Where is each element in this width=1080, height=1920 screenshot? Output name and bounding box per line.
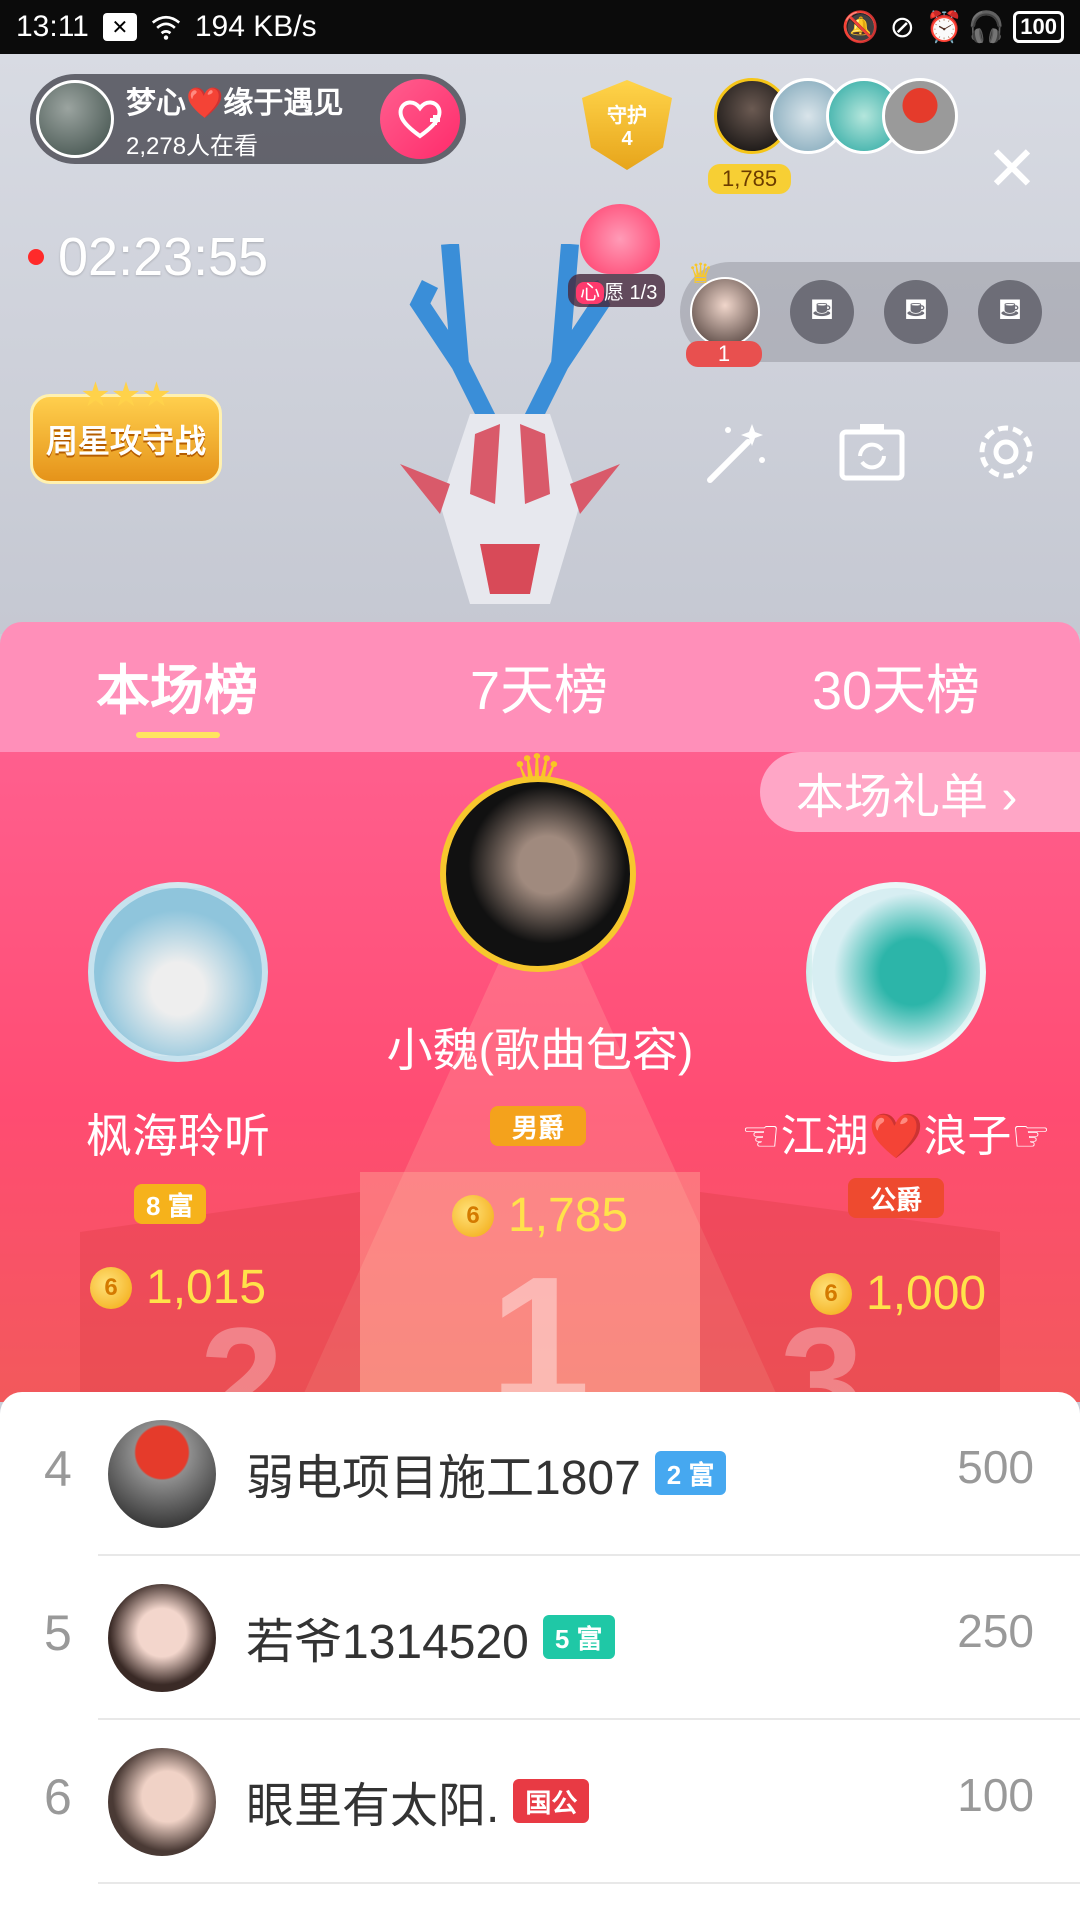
podium-coins-value-3: 1,000 — [866, 1267, 987, 1320]
svg-text:1: 1 — [490, 1240, 590, 1402]
host-info-pill[interactable]: 梦心❤️缘于遇见 2,278人在看 — [30, 74, 466, 164]
podium-avatar-3[interactable] — [806, 882, 986, 1062]
wish-widget[interactable]: 心愿 1/3 — [568, 204, 670, 314]
gift-list-button[interactable]: 本场礼单 › — [760, 752, 1080, 832]
rank-number: 4 — [44, 1441, 72, 1497]
guard-count: 4 — [621, 128, 633, 150]
audience-avatar[interactable] — [882, 78, 958, 154]
network-speed: 194 KB/s — [194, 10, 317, 43]
live-timer: 02:23:55 — [28, 226, 268, 288]
score: 500 — [957, 1441, 1034, 1493]
podium-name-1: 小魏(歌曲包容) — [386, 1024, 694, 1076]
tab-this-session[interactable]: 本场榜 — [96, 646, 258, 725]
tab-7-days[interactable]: 7天榜 — [470, 646, 608, 725]
divider — [98, 1882, 1080, 1884]
alarm-icon: ⏰ — [925, 10, 963, 44]
mic-seats-bar: ♛ 1 ⛾ ⛾ ⛾ — [680, 258, 1080, 367]
live-video-area[interactable]: 梦心❤️缘于遇见 2,278人在看 守护 4 1,785 ✕ 02:23:55 … — [0, 54, 1080, 634]
settings-gear-icon[interactable] — [970, 416, 1042, 488]
user-name: 眼里有太阳. — [246, 1780, 500, 1833]
follow-button[interactable] — [380, 79, 460, 159]
wealth-badge: 5 富 — [542, 1615, 615, 1659]
score: 100 — [957, 1769, 1034, 1821]
crown-icon: ♛ — [688, 258, 714, 289]
podium-coins-3: 6 1,000 — [810, 1266, 986, 1321]
status-time: 13:11 — [16, 10, 89, 43]
user-name: 弱电项目施工1807 — [246, 1452, 641, 1505]
tab-30-days[interactable]: 30天榜 — [812, 646, 980, 725]
wish-label: 心愿 1/3 — [568, 274, 666, 307]
wish-label-char: 心 — [576, 282, 604, 304]
guard-badge[interactable]: 守护 4 — [582, 80, 672, 190]
sofa-seat-icon[interactable]: ⛾ — [884, 280, 948, 344]
heart-plus-icon — [398, 100, 442, 139]
user-name: 若爷1314520 — [246, 1616, 529, 1669]
mute-bell-icon: 🔕 — [841, 10, 879, 44]
score: 250 — [957, 1605, 1034, 1657]
podium-badge-3: 公爵 — [848, 1178, 944, 1218]
sofa-seat-icon[interactable]: ⛾ — [790, 280, 854, 344]
notification-x-icon: ✕ — [102, 13, 137, 41]
list-item[interactable]: 6 眼里有太阳. 国公 100 — [0, 1720, 1080, 1884]
wish-progress: 愿 1/3 — [604, 282, 658, 304]
headphones-icon: 🎧 — [967, 10, 1005, 44]
podium-avatar-2[interactable] — [88, 882, 268, 1062]
active-tab-indicator — [136, 732, 220, 738]
podium-name-3: ☜江湖❤️浪子☞ — [741, 1112, 1051, 1161]
star-battle-label: 周星攻守战 — [45, 423, 206, 459]
stars-icon: ★★★ — [80, 376, 172, 414]
top-audience-contribution: 1,785 — [708, 164, 792, 194]
podium-coins-value-1: 1,785 — [508, 1189, 629, 1242]
timer-text: 02:23:55 — [58, 227, 269, 287]
rank-number: 5 — [44, 1605, 72, 1661]
wifi-icon — [151, 12, 181, 42]
podium-section: 1 2 3 本场礼单 › 枫海聆听 8 富 6 1,015 ♛ 小魏(歌曲包容)… — [0, 752, 1080, 1402]
viewer-count: 2,278人在看 — [126, 132, 259, 160]
wish-heart-icon — [580, 204, 660, 274]
rank-number: 6 — [44, 1769, 72, 1825]
seat-count: 1 — [686, 341, 762, 367]
status-bar: 13:11 ✕ 194 KB/s 🔕 ⊘ ⏰ 🎧 100 — [0, 0, 1080, 54]
battery-icon: 100 — [1013, 11, 1064, 43]
podium-badge-2: 8 富 — [134, 1184, 206, 1224]
list-item[interactable]: 5 若爷1314520 5 富 250 — [0, 1556, 1080, 1720]
podium-name-2: 枫海聆听 — [86, 1110, 270, 1162]
avatar[interactable] — [108, 1420, 216, 1528]
recording-dot-icon — [28, 249, 44, 265]
camera-switch-icon[interactable] — [836, 416, 908, 488]
noble-badge: 国公 — [513, 1779, 590, 1823]
lock-rotation-icon: ⊘ — [889, 10, 915, 44]
wealth-badge: 2 富 — [654, 1451, 727, 1495]
audience-avatars[interactable]: 1,785 — [708, 78, 958, 194]
seat-occupied[interactable]: ♛ 1 — [686, 258, 762, 367]
podium-coins-2: 6 1,015 — [90, 1260, 266, 1315]
list-item[interactable]: 4 弱电项目施工1807 2 富 500 — [0, 1392, 1080, 1556]
host-name: 梦心❤️缘于遇见 — [126, 86, 344, 120]
ranking-tabs: 本场榜 7天榜 30天榜 — [0, 622, 1080, 752]
guard-shield-icon: 守护 4 — [582, 80, 672, 170]
podium-badge-1: 男爵 — [490, 1106, 586, 1146]
ranking-list: 4 弱电项目施工1807 2 富 500 5 若爷1314520 5 富 250… — [0, 1392, 1080, 1920]
podium-avatar-1[interactable] — [440, 776, 636, 972]
coin-icon: 6 — [90, 1266, 132, 1309]
host-avatar[interactable] — [36, 80, 114, 158]
avatar[interactable] — [108, 1584, 216, 1692]
close-icon[interactable]: ✕ — [982, 139, 1042, 201]
coin-icon: 6 — [452, 1194, 494, 1237]
sofa-seat-icon[interactable]: ⛾ — [978, 280, 1042, 344]
magic-wand-icon[interactable] — [700, 416, 772, 488]
star-battle-button[interactable]: ★★★ 周星攻守战 — [30, 376, 222, 484]
coin-icon: 6 — [810, 1272, 852, 1315]
ranking-panel: 本场榜 7天榜 30天榜 1 2 3 本场礼单 › 枫海聆听 8 富 6 1,0… — [0, 622, 1080, 1920]
guard-label: 守护 — [607, 105, 647, 127]
podium-coins-value-2: 1,015 — [146, 1261, 267, 1314]
avatar[interactable] — [108, 1748, 216, 1856]
podium-coins-1: 6 1,785 — [452, 1188, 628, 1243]
